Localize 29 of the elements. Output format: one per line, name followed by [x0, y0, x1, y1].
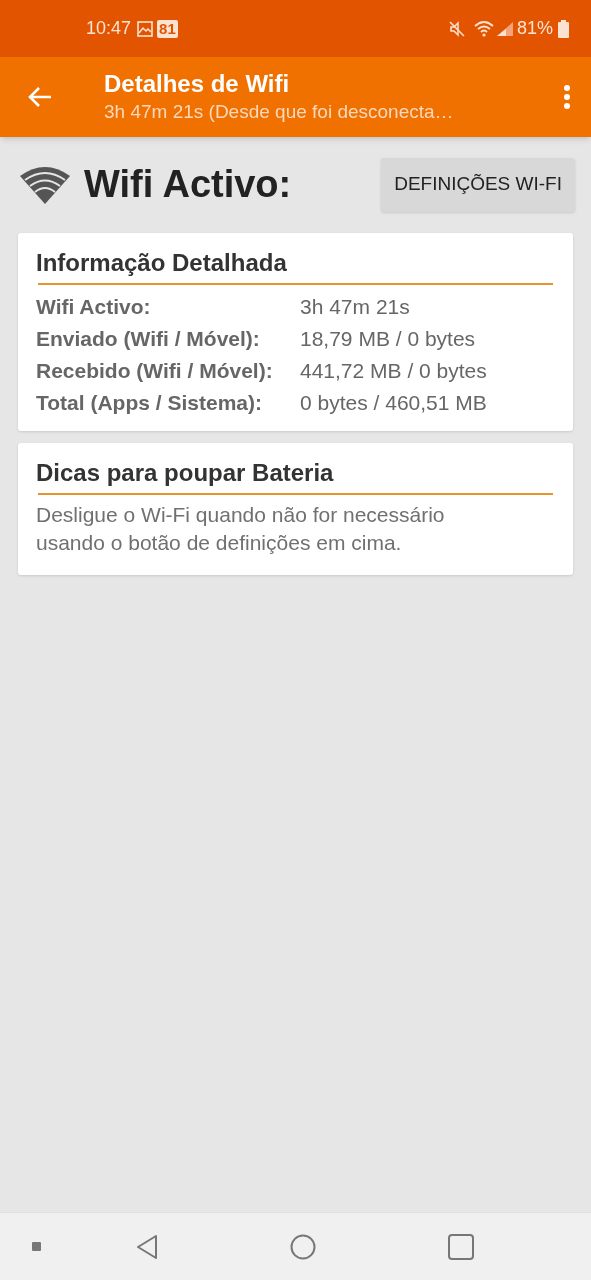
tip-text: Desligue o Wi-Fi quando não for necessário usando o botão de definições em cima.	[36, 502, 446, 556]
info-label: Wifi Activo:	[36, 294, 152, 320]
status-time: 10:47	[86, 17, 132, 40]
info-value: 18,79 MB / 0 bytes	[300, 326, 477, 352]
card-title: Informação Detalhada	[36, 248, 288, 278]
screen-title: Detalhes de Wifi	[104, 69, 291, 99]
info-value: 441,72 MB / 0 bytes	[300, 358, 488, 384]
battery-icon	[558, 19, 569, 38]
card-title: Dicas para poupar Bateria	[36, 458, 335, 488]
calendar-icon: 81	[157, 19, 178, 38]
battery-percent: 81%	[516, 17, 553, 40]
home-icon[interactable]	[290, 1233, 316, 1260]
wifi-icon	[473, 20, 494, 37]
info-label: Enviado (Wifi / Móvel):	[36, 326, 261, 352]
gallery-icon	[137, 20, 154, 37]
back-arrow-icon	[27, 85, 53, 109]
signal-icon	[495, 20, 514, 37]
more-options-icon	[563, 84, 571, 110]
wifi-status-heading: Wifi Activo:	[84, 162, 292, 207]
info-value: 0 bytes / 460,51 MB	[300, 390, 488, 416]
recents-icon[interactable]	[448, 1233, 474, 1260]
screen-subtitle: 3h 47m 21s (Desde que foi desconecta…	[104, 100, 455, 124]
mute-icon	[447, 19, 466, 38]
info-label: Recebido (Wifi / Móvel):	[36, 358, 274, 384]
wifi-settings-button[interactable]: DEFINIÇÕES WI-FI	[381, 157, 575, 212]
info-value: 3h 47m 21s	[300, 294, 411, 320]
info-label: Total (Apps / Sistema):	[36, 390, 263, 416]
back-icon[interactable]	[135, 1233, 159, 1260]
wifi-icon	[20, 165, 70, 204]
